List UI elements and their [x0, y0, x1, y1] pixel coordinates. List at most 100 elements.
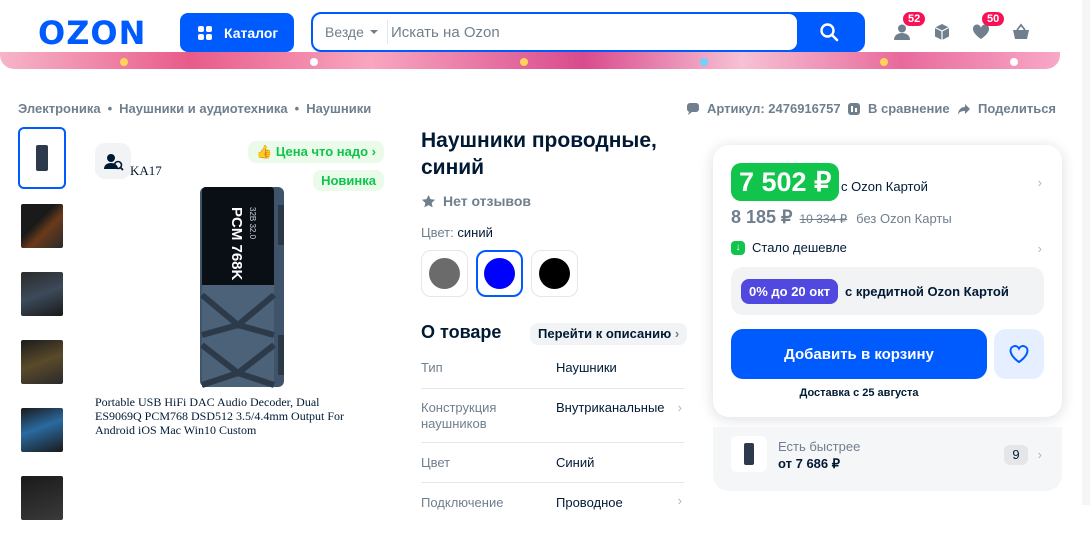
faster-offer[interactable]: Есть быстрее от 7 686 ₽ 9 › — [713, 427, 1062, 491]
swatch-blue[interactable] — [476, 250, 523, 297]
arrow-down-icon: ↓ — [731, 240, 745, 255]
article-text: Артикул: 2476916757 — [707, 101, 841, 116]
chevron-right-icon: › — [674, 326, 680, 341]
breadcrumb-separator: • — [294, 101, 300, 116]
search-bar: Везде — [311, 12, 865, 52]
price-row: 8 185 ₽ 10 334 ₽ без Ozon Карты — [731, 207, 952, 228]
heart-outline-icon — [1009, 345, 1029, 364]
spec-row: Цвет Синий — [421, 443, 684, 483]
ozon-logo[interactable]: OZON — [38, 14, 146, 52]
breadcrumb-item[interactable]: Наушники — [306, 101, 371, 116]
device-screen-subtext: 32B 32.0 — [248, 207, 257, 240]
with-card-label: с Ozon Картой — [841, 179, 928, 194]
product-title: Наушники проводные, синий — [421, 129, 657, 179]
favorites-button[interactable]: 50 — [971, 12, 1005, 42]
basket-icon — [1013, 23, 1029, 39]
spec-row: Тип Наушники — [421, 350, 684, 389]
profile-button[interactable]: 52 — [892, 12, 926, 42]
search-divider — [387, 20, 388, 44]
good-price-badge[interactable]: 👍 Цена что надо › — [248, 141, 384, 163]
dac-device-image: PCM 768K 32B 32.0 — [200, 187, 284, 388]
spec-key: Подключение — [421, 495, 504, 510]
good-price-label: Цена что надо — [275, 144, 369, 159]
reviews-link[interactable]: Нет отзывов — [421, 193, 531, 209]
add-to-favorites-button[interactable] — [994, 329, 1044, 379]
credit-offer[interactable]: 0% до 20 окт с кредитной Ozon Картой — [731, 267, 1044, 315]
spec-row[interactable]: Подключение Проводное › — [421, 483, 684, 513]
scrollbar[interactable] — [1082, 0, 1090, 505]
offer-thumbnail — [731, 436, 767, 472]
search-button[interactable] — [795, 14, 863, 50]
article-number[interactable]: Артикул: 2476916757 — [686, 101, 841, 116]
spec-value: Внутриканальные — [556, 400, 665, 415]
thumbnail[interactable] — [18, 467, 66, 529]
search-field-wrap: Везде — [313, 14, 797, 50]
breadcrumb-item[interactable]: Электроника — [18, 101, 101, 116]
spec-value: Наушники — [556, 360, 617, 375]
chevron-right-icon[interactable]: › — [1038, 447, 1042, 462]
thumbnail[interactable] — [18, 127, 66, 189]
delivery-info: Доставка с 25 августа — [799, 387, 919, 399]
seller-icon — [104, 154, 124, 171]
profile-badge: 52 — [903, 12, 926, 26]
regular-price: 8 185 ₽ — [731, 207, 793, 227]
promo-banner[interactable] — [0, 52, 1060, 69]
search-input[interactable] — [391, 19, 781, 45]
buy-box: 7 502 ₽ с Ozon Картой › 8 185 ₽ 10 334 ₽… — [713, 145, 1062, 417]
faster-label: Есть быстрее — [778, 439, 861, 454]
specs-list: Тип Наушники Конструкция наушников Внутр… — [421, 350, 684, 513]
price-drop-label: Стало дешевле — [752, 240, 847, 255]
box-icon — [934, 24, 950, 40]
star-icon — [421, 194, 436, 207]
chevron-right-icon[interactable]: › — [1038, 175, 1042, 190]
compare-button[interactable]: В сравнение — [847, 101, 950, 116]
seller-avatar[interactable] — [95, 143, 131, 179]
compare-icon — [848, 102, 860, 115]
spec-value: Проводное — [556, 495, 623, 510]
spec-row[interactable]: Конструкция наушников Внутриканальные › — [421, 389, 684, 443]
thumbs-up-icon: 👍 — [256, 144, 276, 159]
color-label: Цвет: синий — [421, 225, 493, 240]
offers-count: 9 — [1004, 445, 1028, 465]
thumbnail[interactable] — [18, 263, 66, 325]
color-label-text: Цвет: — [421, 225, 454, 240]
orders-button[interactable] — [932, 22, 952, 42]
spec-value: Синий — [556, 455, 595, 470]
swatch-black[interactable] — [531, 250, 578, 297]
new-badge: Новинка — [313, 170, 384, 191]
product-main-image[interactable]: KA17 👍 Цена что надо › Новинка PCM 768K … — [90, 127, 390, 447]
spec-key: Тип — [421, 360, 443, 375]
swatch-grey[interactable] — [421, 250, 468, 297]
chat-icon — [687, 102, 699, 115]
go-to-description-button[interactable]: Перейти к описанию › — [530, 323, 688, 345]
old-price: 10 334 ₽ — [799, 212, 848, 226]
share-label: Поделиться — [978, 101, 1057, 116]
breadcrumb-item[interactable]: Наушники и аудиотехника — [119, 101, 287, 116]
about-heading: О товаре — [421, 322, 502, 342]
seller-name: KA17 — [130, 163, 162, 178]
share-button[interactable]: Поделиться — [957, 101, 1056, 116]
card-price[interactable]: 7 502 ₽ — [731, 163, 840, 201]
color-swatches — [421, 250, 578, 297]
cart-button[interactable] — [1011, 22, 1031, 42]
chevron-right-icon: › — [677, 493, 682, 508]
search-icon — [820, 23, 839, 42]
price-drop[interactable]: ↓ Стало дешевле — [731, 240, 847, 255]
share-icon — [958, 103, 970, 115]
compare-label: В сравнение — [868, 101, 950, 116]
chevron-right-icon[interactable]: › — [1038, 241, 1042, 256]
device-screen-text: PCM 768K — [228, 207, 245, 281]
thumbnail[interactable] — [18, 331, 66, 393]
image-alt-caption: Portable USB HiFi DAC Audio Decoder, Dua… — [95, 395, 345, 437]
catalog-button[interactable]: Каталог — [180, 13, 294, 52]
add-to-cart-button[interactable]: Добавить в корзину — [731, 329, 987, 379]
without-card-label: без Ozon Карты — [856, 211, 952, 226]
thumbnail[interactable] — [18, 399, 66, 461]
search-scope-dropdown[interactable]: Везде — [325, 24, 378, 40]
breadcrumb: Электроника • Наушники и аудиотехника • Науш… — [18, 101, 371, 116]
credit-pill: 0% до 20 окт — [741, 279, 839, 304]
spec-key: Цвет — [421, 455, 451, 470]
grid-icon — [198, 25, 212, 40]
thumbnail[interactable] — [18, 195, 66, 257]
credit-text: с кредитной Ozon Картой — [845, 284, 1009, 299]
